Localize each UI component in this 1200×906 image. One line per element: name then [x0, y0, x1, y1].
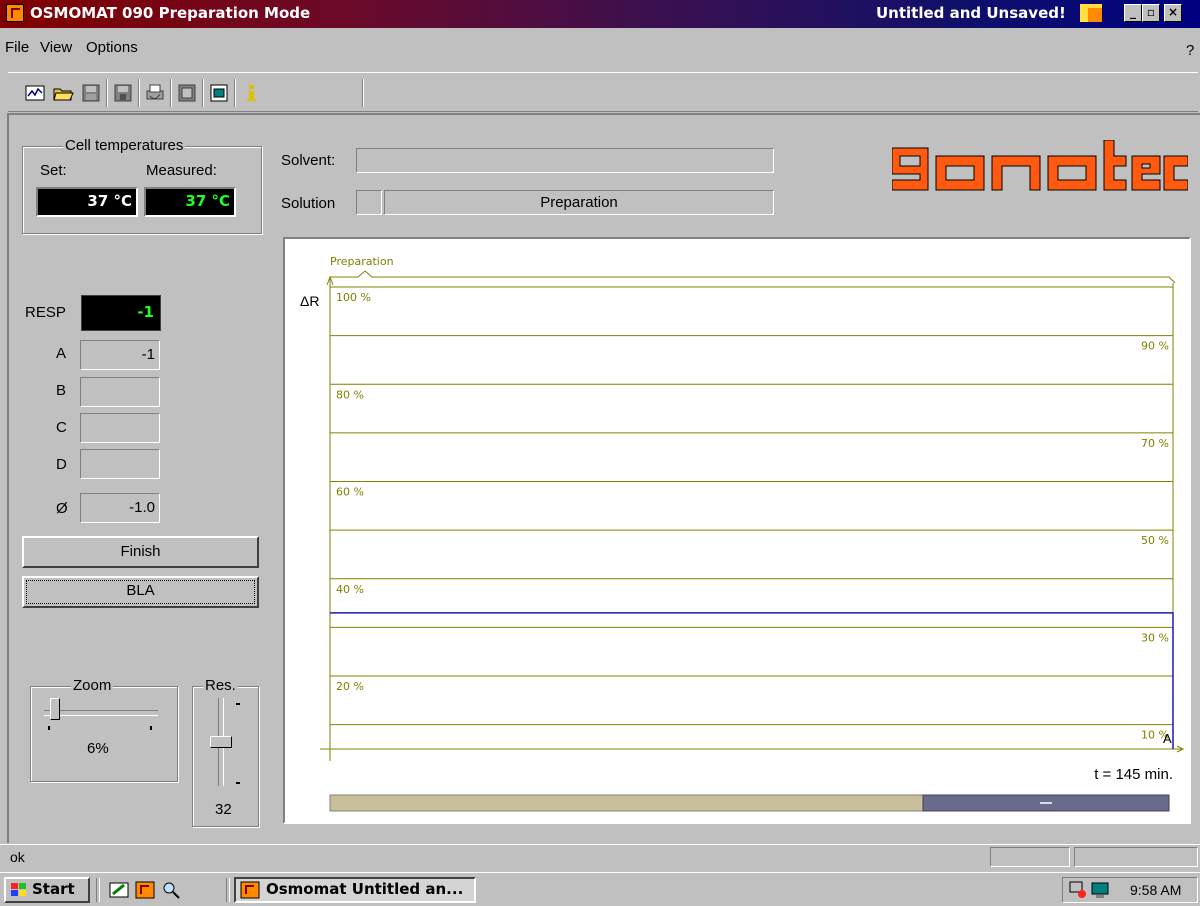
c-label: C — [56, 419, 67, 436]
resp-display: -1 — [82, 296, 160, 330]
taskbar-separator — [96, 878, 100, 902]
tick-label: 60 % — [336, 486, 364, 499]
zoom-value: 6% — [87, 740, 109, 757]
b-value-field — [80, 377, 160, 407]
taskbar-osmomat-task[interactable]: Osmomat Untitled an... — [234, 877, 476, 903]
app-icon[interactable] — [6, 4, 24, 22]
measured-label: Measured: — [146, 162, 217, 179]
taskbar-separator-2 — [226, 878, 230, 902]
status-panel-1 — [990, 847, 1070, 867]
tick-label: 40 % — [336, 583, 364, 596]
tick-label: 70 % — [1141, 437, 1169, 450]
minimize-button[interactable]: _ — [1124, 4, 1142, 22]
tick-label: 100 % — [336, 291, 371, 304]
info-icon[interactable] — [240, 82, 262, 104]
close-button[interactable]: × — [1164, 4, 1182, 22]
b-label: B — [56, 382, 67, 399]
window-icon[interactable] — [208, 82, 230, 104]
save-icon[interactable] — [80, 82, 102, 104]
tick-label: 30 % — [1141, 631, 1169, 644]
average-value-field: -1.0 — [80, 493, 160, 523]
menu-options[interactable]: Options — [86, 39, 138, 56]
chart-area: Preparation ΔR 100 % 90 % 80 % 70 % 60 % 50 % 40… — [283, 237, 1191, 824]
finish-button[interactable]: Finish — [22, 536, 259, 568]
chart-labels: Preparation ΔR 100 % 90 % 80 % 70 % 60 % 50 % 40… — [300, 255, 1173, 783]
d-label: D — [56, 456, 67, 473]
notification-icon[interactable] — [1080, 4, 1102, 22]
resolution-slider-thumb[interactable] — [210, 736, 232, 748]
resolution-title: Res. — [203, 677, 238, 694]
series-name-label: A — [1163, 731, 1172, 746]
quick-launch-osmomat-icon[interactable] — [134, 880, 156, 900]
resolution-value: 32 — [215, 801, 232, 818]
open-folder-icon[interactable] — [52, 82, 74, 104]
chart-series — [330, 612, 1174, 749]
quick-launch-search-icon[interactable] — [160, 880, 182, 900]
resolution-tick-max — [236, 703, 240, 705]
set-label: Set: — [40, 162, 67, 179]
solution-label: Solution — [281, 195, 336, 212]
save-as-icon[interactable] — [112, 82, 134, 104]
set-temperature-display: 37 °C — [36, 187, 138, 217]
d-value-field — [80, 449, 160, 479]
gonotec-logo — [892, 140, 1188, 191]
chart-grid — [320, 270, 1185, 812]
phase-label: Preparation — [330, 255, 394, 268]
osmomat-task-icon — [240, 881, 260, 899]
zoom-title: Zoom — [71, 677, 114, 694]
print-icon[interactable] — [144, 82, 166, 104]
tray-network-icon[interactable] — [1068, 880, 1088, 900]
bla-button[interactable]: BLA — [22, 576, 259, 608]
toolbar — [8, 72, 1198, 112]
tray-display-icon[interactable] — [1090, 880, 1110, 900]
quick-launch-desktop-icon[interactable] — [108, 880, 130, 900]
measured-temperature-display: 37 °C — [144, 187, 236, 217]
menu-view[interactable]: View — [40, 39, 72, 56]
phase-bracket — [330, 270, 1176, 284]
solvent-field[interactable] — [356, 148, 774, 173]
tick-label: 50 % — [1141, 534, 1169, 547]
time-readout: t = 145 min. — [1094, 766, 1173, 783]
c-value-field — [80, 413, 160, 443]
series-line — [330, 612, 1174, 749]
zoom-slider-track[interactable] — [44, 710, 158, 716]
start-label: Start — [32, 880, 75, 898]
solution-field[interactable]: Preparation — [384, 190, 774, 215]
chart-svg: Preparation ΔR 100 % 90 % 80 % 70 % 60 % 50 % 40… — [300, 255, 1185, 812]
tick-label: 20 % — [336, 680, 364, 693]
window-title: OSMOMAT 090 Preparation Mode — [30, 4, 311, 22]
menu-file[interactable]: File — [5, 39, 29, 56]
y-axis-label: ΔR — [300, 293, 319, 309]
a-label: A — [56, 345, 67, 362]
chart-icon[interactable] — [24, 82, 46, 104]
tick-label: 90 % — [1141, 340, 1169, 353]
save-status: Untitled and Unsaved! — [876, 4, 1066, 22]
status-panel-2 — [1074, 847, 1198, 867]
display-icon[interactable] — [176, 82, 198, 104]
taskbar-task-label: Osmomat Untitled an... — [266, 880, 464, 898]
taskbar-clock: 9:58 AM — [1130, 882, 1182, 898]
help-menu[interactable]: ? — [1186, 42, 1194, 59]
zoom-tick-min — [48, 726, 50, 730]
tick-label: 80 % — [336, 388, 364, 401]
zoom-tick-max — [150, 726, 152, 730]
resolution-tick-min — [236, 782, 240, 784]
average-label: Ø — [56, 500, 68, 517]
windows-logo-icon — [11, 883, 26, 896]
cell-temperatures-title: Cell temperatures — [63, 137, 186, 154]
maximize-button[interactable]: ▫ — [1142, 4, 1160, 22]
zoom-slider-thumb[interactable] — [50, 698, 61, 720]
a-value-field: -1 — [80, 340, 160, 370]
status-text: ok — [10, 849, 25, 865]
resp-label: RESP — [25, 304, 66, 321]
solvent-label: Solvent: — [281, 152, 336, 169]
solution-code-field[interactable] — [356, 190, 382, 215]
